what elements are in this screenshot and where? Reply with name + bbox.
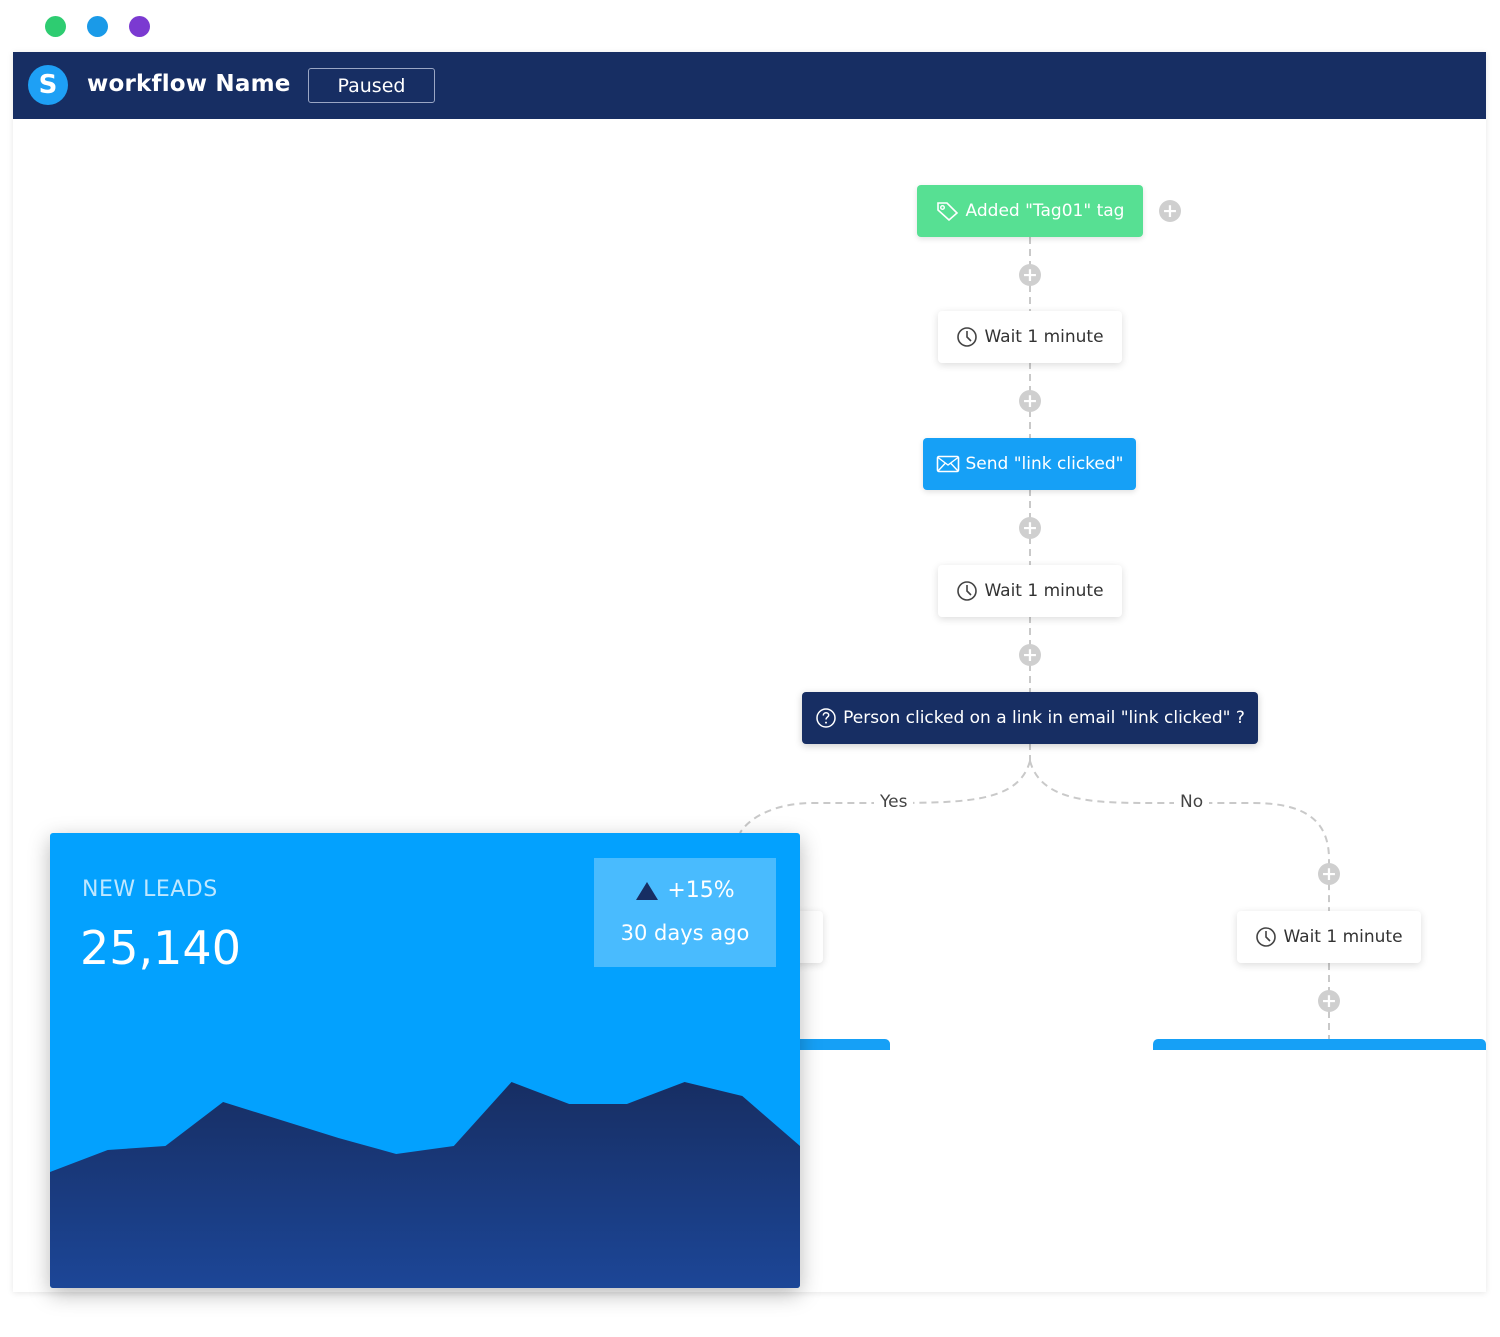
leads-area-series — [50, 1082, 800, 1288]
add-step-plus-icon[interactable]: + — [1019, 517, 1041, 539]
no-branch-wait-node[interactable]: Wait 1 minute — [1237, 911, 1421, 963]
send-email-label: Send "link clicked" — [965, 454, 1124, 474]
envelope-icon — [936, 455, 959, 473]
add-branch-plus-icon[interactable]: + — [1159, 200, 1181, 222]
trigger-node[interactable]: Added "Tag01" tag — [917, 185, 1143, 237]
add-step-plus-icon[interactable]: + — [1318, 990, 1340, 1012]
stats-delta-value: +15% — [667, 878, 735, 903]
top-bar: S workflow Name Paused — [13, 52, 1486, 119]
trigger-node-label: Added "Tag01" tag — [965, 201, 1125, 221]
stats-value: 25,140 — [80, 921, 241, 975]
window-dot-purple[interactable] — [129, 16, 150, 37]
stats-delta-period: 30 days ago — [620, 921, 750, 945]
stats-delta-box: +15% 30 days ago — [594, 858, 776, 967]
condition-label: Person clicked on a link in email "link … — [843, 708, 1245, 728]
condition-node[interactable]: Person clicked on a link in email "link … — [802, 692, 1258, 744]
question-circle-icon — [816, 708, 836, 728]
add-step-plus-icon[interactable]: + — [1019, 264, 1041, 286]
app-logo-icon[interactable]: S — [28, 65, 68, 105]
workflow-name[interactable]: workflow Name — [87, 71, 291, 97]
new-leads-stats-card: NEW LEADS 25,140 +15% 30 days ago — [50, 833, 800, 1288]
wait-step-label: Wait 1 minute — [984, 327, 1104, 347]
branch-yes-label: Yes — [874, 792, 914, 812]
tag-icon — [936, 202, 958, 221]
add-step-plus-icon[interactable]: + — [1318, 863, 1340, 885]
clock-icon — [1256, 927, 1277, 947]
clock-icon — [957, 581, 978, 601]
stats-label: NEW LEADS — [82, 877, 218, 902]
add-step-plus-icon[interactable]: + — [1019, 390, 1041, 412]
clock-icon — [957, 327, 978, 347]
wait-step-node[interactable]: Wait 1 minute — [938, 311, 1122, 363]
window-controls — [45, 16, 150, 37]
triangle-up-icon — [636, 881, 659, 900]
no-branch-next-node[interactable] — [1153, 1039, 1486, 1050]
workflow-status-button[interactable]: Paused — [308, 68, 435, 103]
wait-step-node[interactable]: Wait 1 minute — [938, 565, 1122, 617]
add-step-plus-icon[interactable]: + — [1019, 644, 1041, 666]
window-dot-blue[interactable] — [87, 16, 108, 37]
branch-no-label: No — [1174, 792, 1210, 812]
wait-step-label: Wait 1 minute — [984, 581, 1104, 601]
no-branch-wait-label: Wait 1 minute — [1283, 927, 1403, 947]
window-dot-green[interactable] — [45, 16, 66, 37]
send-email-node[interactable]: Send "link clicked" — [923, 438, 1136, 490]
